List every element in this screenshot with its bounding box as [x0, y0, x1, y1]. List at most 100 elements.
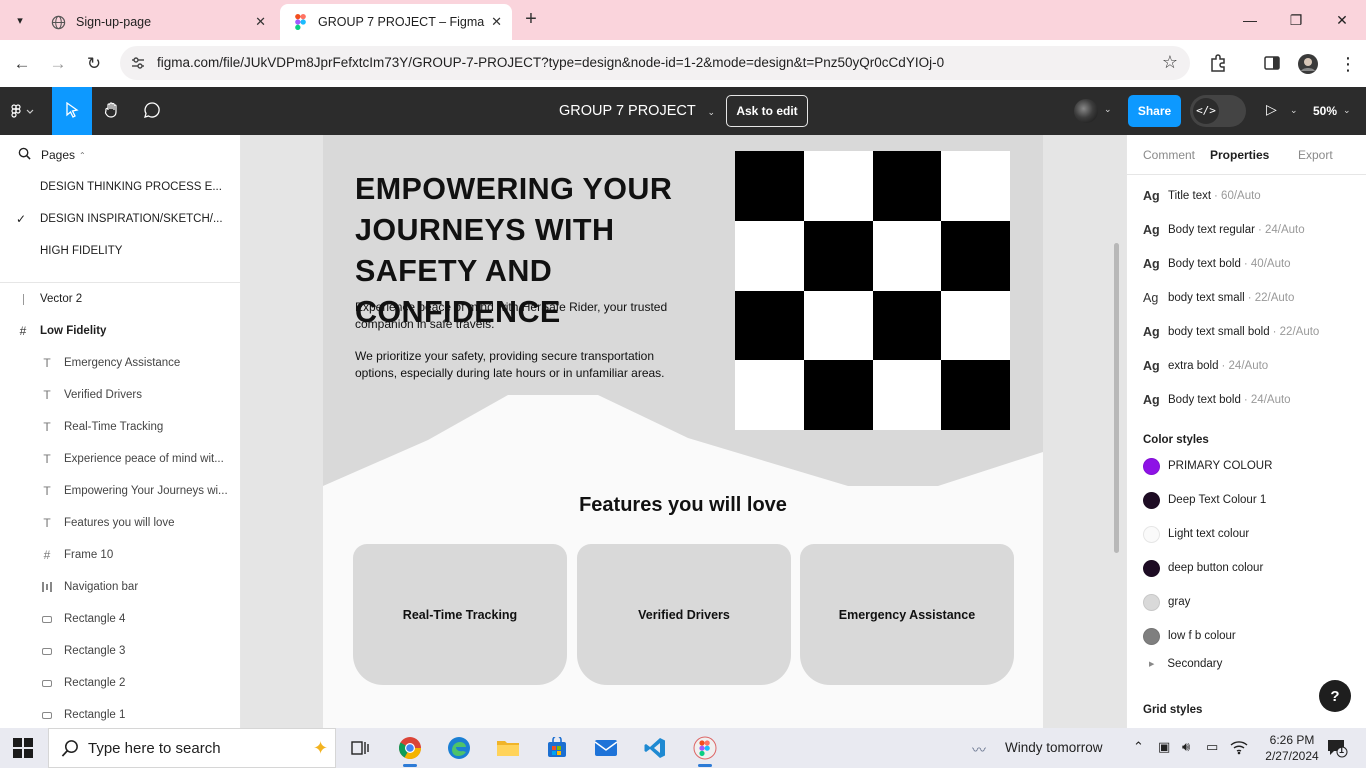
task-view-icon[interactable] — [344, 732, 376, 764]
main-menu-button[interactable] — [0, 87, 48, 135]
close-window-button[interactable]: ✕ — [1330, 8, 1354, 32]
close-tab-icon[interactable]: ✕ — [255, 14, 266, 30]
tab-search-button[interactable]: ▾ — [8, 8, 32, 32]
secondary-style-group[interactable]: ▶ Secondary — [1149, 658, 1222, 670]
user-avatar[interactable] — [1074, 99, 1098, 123]
move-tool-button[interactable] — [52, 87, 92, 135]
text-style-item[interactable]: Ag Body text bold · 24/Auto — [1143, 388, 1291, 412]
page-item-current[interactable]: ✓ DESIGN INSPIRATION/SKETCH/... — [0, 203, 240, 235]
checker-square — [872, 290, 942, 361]
taskbar-search-box[interactable]: Type here to search ✦ — [48, 728, 336, 768]
chrome-app-icon[interactable] — [394, 732, 426, 767]
tab-sign-up-page[interactable]: Sign-up-page ✕ — [38, 4, 276, 40]
reload-button[interactable]: ↻ — [82, 52, 106, 76]
chevron-down-icon[interactable]: ⌄ — [1290, 105, 1298, 116]
page-item[interactable]: DESIGN THINKING PROCESS E... — [0, 171, 240, 203]
volume-icon[interactable]: 🔊︎ — [1182, 739, 1190, 755]
file-name-menu[interactable]: GROUP 7 PROJECT ⌄ — [559, 103, 715, 119]
layer-item[interactable]: Rectangle 4 — [0, 603, 240, 635]
bookmark-star-icon[interactable]: ☆ — [1162, 52, 1178, 73]
windows-taskbar: Type here to search ✦ 〰 Windy tomorrow ⌃… — [0, 728, 1366, 768]
layer-item[interactable]: T Emergency Assistance — [0, 347, 240, 379]
share-button[interactable]: Share — [1128, 95, 1181, 127]
tab-properties[interactable]: Properties — [1210, 148, 1269, 162]
browser-menu-icon[interactable]: ⋮ — [1337, 53, 1359, 75]
address-bar[interactable]: figma.com/file/JUkVDPm8JprFefxtcIm73Y/GR… — [120, 46, 1190, 80]
color-style-item[interactable]: deep button colour — [1143, 556, 1263, 580]
page-item[interactable]: HIGH FIDELITY — [0, 235, 240, 267]
layer-item[interactable]: T Verified Drivers — [0, 379, 240, 411]
layer-item[interactable]: Rectangle 2 — [0, 667, 240, 699]
side-panel-icon[interactable] — [1262, 53, 1284, 75]
chevron-up-icon[interactable]: ⌃ — [1133, 739, 1144, 755]
notification-center-icon[interactable]: 1 — [1326, 738, 1348, 758]
restore-window-button[interactable]: ❐ — [1284, 8, 1308, 32]
help-button[interactable]: ? — [1319, 680, 1351, 712]
meet-now-icon[interactable]: ▣ — [1158, 739, 1170, 755]
minimize-window-button[interactable]: — — [1238, 8, 1262, 32]
color-style-item[interactable]: Light text colour — [1143, 522, 1249, 546]
text-style-icon: Ag — [1143, 393, 1160, 407]
color-style-item[interactable]: PRIMARY COLOUR — [1143, 454, 1272, 478]
ask-to-edit-button[interactable]: Ask to edit — [726, 95, 808, 127]
text-style-item[interactable]: Ag body text small bold · 22/Auto — [1143, 320, 1319, 344]
hand-tool-button[interactable] — [94, 87, 130, 135]
layer-item[interactable]: T Experience peace of mind wit... — [0, 443, 240, 475]
battery-icon[interactable]: ▭ — [1206, 739, 1218, 755]
layer-item[interactable]: T Features you will love — [0, 507, 240, 539]
text-style-item[interactable]: Ag Title text · 60/Auto — [1143, 184, 1261, 208]
chevron-down-icon[interactable]: ⌄ — [1104, 104, 1112, 115]
profile-avatar-icon[interactable] — [1297, 53, 1319, 75]
pages-header[interactable]: Pages ⌃ — [18, 147, 86, 163]
layer-item[interactable]: # Low Fidelity — [0, 315, 240, 347]
vscode-app-icon[interactable] — [639, 732, 671, 764]
system-clock[interactable]: 6:26 PM 2/27/2024 — [1262, 732, 1322, 764]
text-style-item[interactable]: Ag extra bold · 24/Auto — [1143, 354, 1268, 378]
layer-item[interactable]: Navigation bar — [0, 571, 240, 603]
wifi-icon[interactable] — [1230, 739, 1248, 758]
color-styles-heading: Color styles — [1143, 434, 1209, 446]
chevron-down-icon[interactable]: ⌄ — [1343, 105, 1351, 116]
design-canvas[interactable]: EMPOWERING YOUR JOURNEYS WITH SAFETY AND… — [241, 135, 1126, 728]
back-button[interactable]: ← — [10, 52, 34, 76]
layer-item[interactable]: Rectangle 1 — [0, 699, 240, 728]
layer-item[interactable]: T Real-Time Tracking — [0, 411, 240, 443]
new-tab-button[interactable]: + — [520, 9, 542, 31]
tab-figma-project[interactable]: GROUP 7 PROJECT – Figma ✕ — [280, 4, 512, 40]
store-app-icon[interactable] — [541, 732, 573, 764]
edge-app-icon[interactable] — [443, 732, 475, 764]
comment-tool-button[interactable] — [134, 87, 170, 135]
dev-mode-toggle[interactable]: </> — [1190, 95, 1246, 127]
tab-export[interactable]: Export — [1298, 148, 1333, 162]
color-style-item[interactable]: low f b colour — [1143, 624, 1236, 648]
chevron-up-icon[interactable]: ⌃ — [79, 151, 86, 160]
text-style-item[interactable]: Ag body text small · 22/Auto — [1143, 286, 1294, 310]
figma-app-icon[interactable] — [689, 732, 721, 767]
wind-weather-icon[interactable]: 〰 — [972, 740, 986, 760]
layer-item[interactable]: Vector 2 — [0, 283, 240, 315]
search-icon[interactable] — [18, 147, 31, 163]
present-play-icon[interactable]: ▷ — [1266, 101, 1277, 118]
mail-app-icon[interactable] — [590, 732, 622, 764]
low-fidelity-frame[interactable]: EMPOWERING YOUR JOURNEYS WITH SAFETY AND… — [323, 135, 1043, 728]
file-explorer-icon[interactable] — [492, 732, 524, 764]
layer-item[interactable]: Rectangle 3 — [0, 635, 240, 667]
canvas-scrollbar[interactable] — [1114, 243, 1119, 553]
feature-card[interactable]: Emergency Assistance — [800, 544, 1014, 685]
tab-comment[interactable]: Comment — [1143, 148, 1195, 162]
windows-start-icon[interactable] — [13, 738, 33, 758]
site-settings-icon[interactable] — [130, 55, 146, 71]
close-tab-icon[interactable]: ✕ — [491, 14, 502, 30]
feature-card[interactable]: Real-Time Tracking — [353, 544, 567, 685]
color-style-item[interactable]: Deep Text Colour 1 — [1143, 488, 1266, 512]
text-style-item[interactable]: Ag Body text bold · 40/Auto — [1143, 252, 1291, 276]
feature-card[interactable]: Verified Drivers — [577, 544, 791, 685]
forward-button[interactable]: → — [46, 52, 70, 76]
zoom-level[interactable]: 50% — [1313, 104, 1337, 118]
text-style-item[interactable]: Ag Body text regular · 24/Auto — [1143, 218, 1305, 242]
weather-status[interactable]: Windy tomorrow — [1005, 740, 1103, 755]
layer-item[interactable]: T Empowering Your Journeys wi... — [0, 475, 240, 507]
layer-item[interactable]: # Frame 10 — [0, 539, 240, 571]
extensions-icon[interactable] — [1208, 53, 1230, 75]
color-style-item[interactable]: gray — [1143, 590, 1190, 614]
